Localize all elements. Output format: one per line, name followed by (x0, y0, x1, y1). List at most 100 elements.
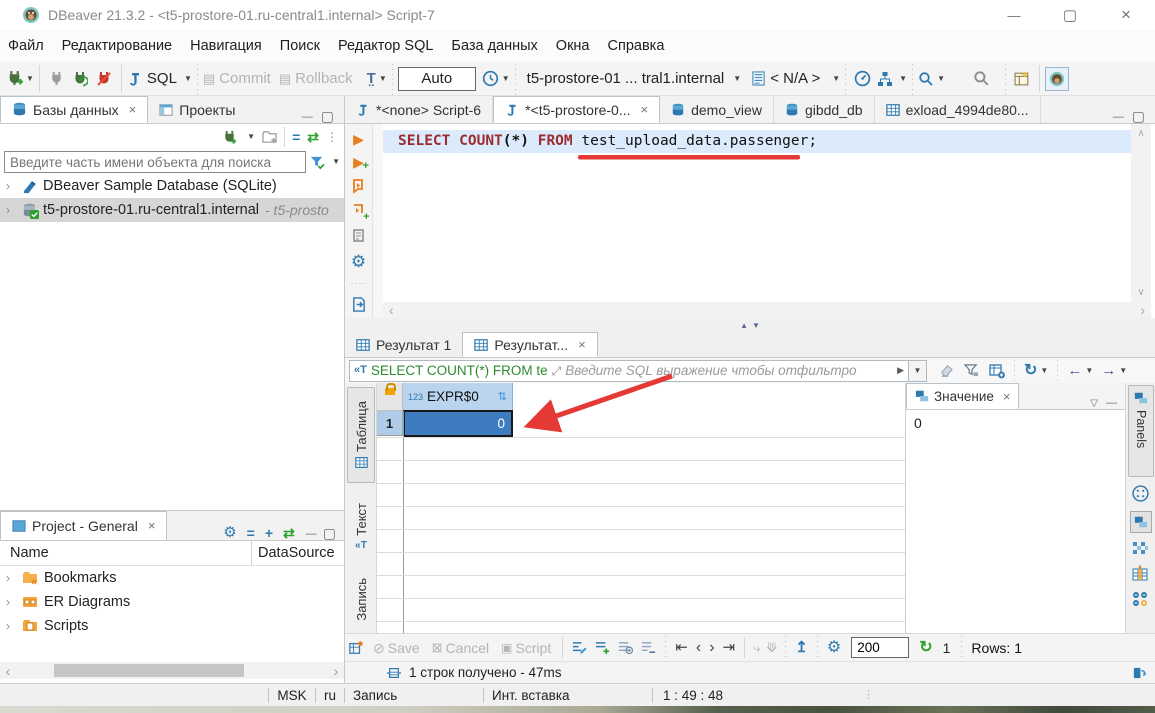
apply-filter-icon[interactable]: ▶ (897, 366, 904, 375)
menu-windows[interactable]: Окна (556, 38, 590, 54)
close-icon[interactable]: × (148, 518, 156, 533)
new-connection-small-icon[interactable] (222, 130, 237, 145)
editor-results-sash[interactable]: ▲ ▼ (345, 318, 1155, 332)
maximize-panel-icon[interactable]: ▢ (323, 526, 336, 540)
chevron-right-icon[interactable]: › (6, 571, 16, 585)
first-row-icon[interactable]: ⇤ (675, 640, 688, 655)
scroll-left-icon[interactable]: ‹ (389, 302, 394, 318)
presentation-tab-grid[interactable]: Таблица (347, 387, 375, 483)
nav-back-icon[interactable]: ← (1067, 363, 1082, 378)
new-connection-icon[interactable] (6, 70, 23, 87)
grid-corner-cell[interactable] (377, 383, 403, 411)
collapse-all-icon[interactable]: = (247, 526, 255, 540)
scroll-down-icon[interactable]: ∨ (1137, 287, 1144, 298)
tab-projects[interactable]: Проекты (148, 96, 246, 123)
sql-editor-label[interactable]: SQL (147, 70, 177, 87)
dashboard-icon[interactable] (854, 70, 871, 87)
export-data-icon[interactable]: ↥ (795, 640, 808, 655)
column-datasource[interactable]: DataSource (252, 545, 344, 561)
sql-statement[interactable]: SELECT COUNT(*) FROM test_upload_data.pa… (398, 133, 817, 149)
maximize-panel-icon[interactable]: ▢ (321, 109, 334, 123)
grid-settings-gear-icon[interactable]: ⚙ (827, 640, 841, 656)
scroll-right-icon[interactable]: › (328, 664, 344, 678)
close-button[interactable]: × (1109, 4, 1143, 26)
maximize-editor-icon[interactable]: ▢ (1132, 109, 1145, 123)
grid-preview-icon[interactable] (1132, 485, 1149, 502)
connection-type-dropdown-icon[interactable]: ▼ (247, 133, 255, 141)
presentation-tab-text[interactable]: Текст «T (347, 493, 375, 561)
minimize-editor-icon[interactable]: — (1113, 112, 1124, 123)
execute-script-new-tab-icon[interactable]: + (351, 203, 367, 219)
tree-item-bookmarks[interactable]: › Bookmarks (0, 566, 344, 590)
nav-forward-icon[interactable]: → (1101, 363, 1116, 378)
view-menu-icon[interactable]: ⋮ (326, 131, 338, 143)
menu-search[interactable]: Поиск (280, 38, 320, 54)
search-dropdown-icon[interactable]: ▼ (937, 75, 945, 83)
transaction-dropdown-icon[interactable]: ▼ (379, 75, 387, 83)
presentation-tab-record[interactable]: Запись (347, 568, 375, 630)
grid-column-header[interactable]: 123 EXPR$0 ⇅ (403, 383, 513, 411)
prev-row-icon[interactable]: ‹ (696, 640, 701, 656)
filter-box[interactable]: «T SELECT COUNT(*) FROM te ⤢ Введите SQL… (349, 360, 909, 382)
status-timezone[interactable]: MSK (269, 688, 315, 703)
export-result-icon[interactable] (351, 297, 366, 312)
scroll-thumb[interactable] (54, 664, 244, 677)
menu-file[interactable]: Файл (8, 38, 44, 54)
explain-plan-icon[interactable] (351, 228, 367, 244)
duplicate-row-icon[interactable] (618, 640, 633, 655)
connect-icon[interactable] (49, 71, 64, 86)
delete-row-icon[interactable] (641, 640, 656, 655)
filter-history-dropdown[interactable]: ▼ (909, 360, 927, 382)
dbeaver-perspective-icon[interactable] (1045, 67, 1069, 91)
result-settings-icon[interactable] (349, 641, 363, 655)
connection-combo[interactable]: t5-prostore-01 ... tral1.internal (527, 70, 725, 87)
save-filter-icon[interactable] (989, 363, 1005, 379)
expand-filter-icon[interactable]: ⤢ (552, 365, 562, 377)
expand-all-icon[interactable]: + (265, 526, 273, 540)
gear-icon[interactable]: ⚙ (351, 253, 366, 270)
search-icon[interactable] (973, 70, 990, 87)
object-search-input[interactable] (4, 151, 306, 173)
er-diagram-icon[interactable] (877, 71, 893, 87)
tab-gibdd-db[interactable]: gibdd_db (774, 96, 875, 123)
sash-up-icon[interactable]: ▲ (740, 321, 748, 330)
grid-row-header[interactable]: 1 (377, 411, 403, 436)
tree-item-er-diagrams[interactable]: › ER Diagrams (0, 590, 344, 614)
close-icon[interactable]: × (578, 337, 586, 352)
gear-icon[interactable]: ⚙ (223, 525, 236, 540)
close-icon[interactable]: × (129, 102, 137, 117)
tab-demo-view[interactable]: demo_view (660, 96, 774, 123)
nav-forward-dropdown-icon[interactable]: ▼ (1119, 367, 1127, 375)
open-in-new-icon[interactable] (1132, 665, 1147, 680)
chevron-right-icon[interactable]: › (6, 595, 16, 609)
auto-commit-box[interactable]: Auto (398, 67, 476, 91)
tab-result-1[interactable]: Результат 1 (345, 332, 462, 357)
open-perspective-icon[interactable] (1014, 70, 1031, 87)
reconnect-icon[interactable] (72, 71, 88, 87)
tree-item-t5-prostore[interactable]: › t5-prostore-01.ru-central1.internal - … (0, 198, 344, 222)
link-editor-icon[interactable]: ⇄ (283, 526, 295, 540)
tab-project-general[interactable]: Project - General × (0, 511, 167, 540)
refresh-dropdown-icon[interactable]: ▼ (1040, 367, 1048, 375)
menu-database[interactable]: База данных (451, 38, 537, 54)
execute-new-tab-icon[interactable]: ▶+ (353, 155, 364, 169)
next-row-icon[interactable]: › (709, 640, 714, 656)
filter-dropdown-icon[interactable]: ▼ (332, 158, 340, 166)
status-language[interactable]: ru (316, 688, 344, 703)
column-name[interactable]: Name (0, 545, 251, 561)
clear-filter-icon[interactable] (939, 363, 954, 378)
minimize-value-panel-icon[interactable]: — (1106, 398, 1117, 409)
chevron-right-icon[interactable]: › (6, 179, 16, 193)
add-row-icon[interactable] (595, 640, 610, 655)
selected-cell[interactable]: 0 (403, 410, 513, 437)
menu-sql-editor[interactable]: Редактор SQL (338, 38, 433, 54)
scroll-right-icon[interactable]: › (1140, 302, 1145, 318)
refresh-icon[interactable]: ↻ (1024, 363, 1037, 379)
minimize-panel-icon[interactable]: — (302, 112, 313, 123)
metadata-view-icon[interactable] (1132, 541, 1148, 557)
new-folder-icon[interactable] (262, 130, 277, 145)
maximize-button[interactable]: ▢ (1053, 4, 1087, 26)
editor-hscrollbar[interactable]: ‹ › (383, 302, 1151, 318)
minimize-button[interactable]: — (997, 4, 1031, 26)
editor-vscrollbar[interactable]: ∧ ∨ (1131, 124, 1151, 302)
